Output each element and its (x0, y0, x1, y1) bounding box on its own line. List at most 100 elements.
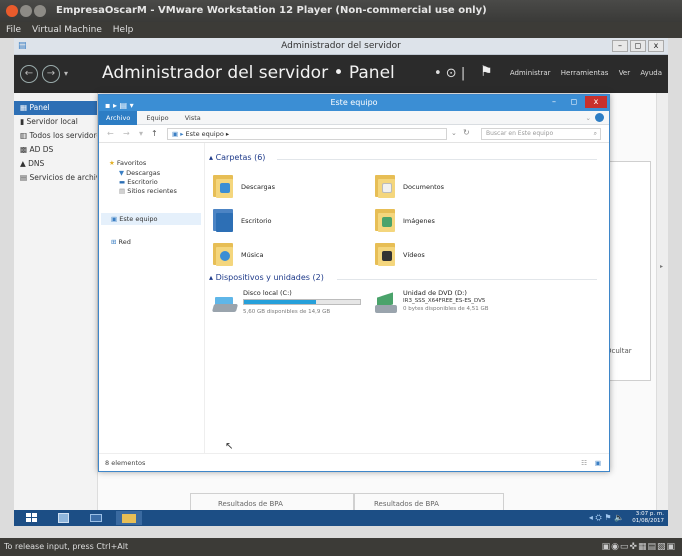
nav-red[interactable]: ⊞ Red (111, 238, 131, 246)
folder-videos[interactable]: Vídeos (375, 241, 525, 269)
downloads-icon: ▼ (119, 169, 124, 177)
menu-file[interactable]: File (6, 25, 21, 35)
expand-ribbon-icon[interactable]: ⌄ (586, 111, 591, 125)
explorer-taskbar-icon[interactable] (116, 511, 142, 525)
nav-todos-servidores[interactable]: ▥ Todos los servidores (14, 129, 97, 143)
devices-group-header[interactable]: ▴ Dispositivos y unidades (2) (209, 273, 324, 282)
downloads-folder-icon (213, 173, 235, 199)
vmware-titlebar: EmpresaOscarM - VMware Workstation 12 Pl… (0, 0, 682, 22)
nav-servidor-local[interactable]: ▮ Servidor local (14, 115, 97, 129)
refresh-icon[interactable]: ↻ (463, 128, 470, 137)
server-manager-scrollbar[interactable]: ▸ (656, 93, 668, 510)
help-icon[interactable] (595, 113, 604, 122)
menu-virtual-machine[interactable]: Virtual Machine (32, 25, 102, 35)
drive-c[interactable]: Disco local (C:) 5,60 GB disponibles de … (211, 289, 373, 323)
tab-equipo[interactable]: Equipo (139, 111, 175, 125)
server-manager-toolbar: Administrar Herramientas Ver Ayuda (502, 69, 662, 77)
explorer-ribbon: Archivo Equipo Vista ⌄ (99, 111, 609, 125)
refresh-icon[interactable]: • ⊙ | (434, 66, 465, 81)
up-icon[interactable]: ↑ (151, 129, 158, 138)
details-view-icon[interactable]: ☷ (581, 454, 587, 472)
system-tray[interactable]: ◂ ⛭ ⚑ 🔈 (589, 513, 624, 523)
network-icon: ⊞ (111, 238, 117, 246)
folder-descargas[interactable]: Descargas (213, 173, 363, 201)
maximize-icon[interactable]: ◻ (565, 96, 583, 108)
folders-group-header[interactable]: ▴ Carpetas (6) (209, 153, 265, 162)
minimize-icon[interactable]: – (545, 96, 563, 108)
drive-c-usage-bar (243, 299, 361, 305)
mouse-cursor-icon: ↖ (225, 441, 234, 452)
dropdown-icon[interactable]: ▾ (64, 69, 68, 78)
folder-escritorio[interactable]: Escritorio (213, 207, 363, 235)
videos-folder-icon (375, 241, 397, 267)
clock[interactable]: 3:07 p. m. 01/08/2017 (632, 511, 664, 525)
search-input[interactable]: Buscar en Este equipo ⌕ (481, 128, 601, 140)
start-icon[interactable] (22, 511, 42, 525)
search-icon: ⌕ (593, 130, 597, 137)
recent-dropdown-icon[interactable]: ▾ (139, 129, 143, 138)
back-icon[interactable]: ← (20, 65, 38, 83)
server-manager-header: ← → ▾ Administrador del servidor • Panel… (14, 55, 668, 93)
tab-vista[interactable]: Vista (178, 111, 208, 125)
maximize-icon[interactable]: ◻ (630, 40, 646, 52)
minimize-icon[interactable]: – (612, 40, 628, 52)
server-manager-taskbar-icon[interactable] (54, 511, 74, 525)
nav-ad-ds[interactable]: ▩ AD DS (14, 143, 97, 157)
bpa-results-2[interactable]: Resultados de BPA (374, 500, 439, 508)
folder-documentos[interactable]: Documentos (375, 173, 525, 201)
explorer-titlebar[interactable]: ▪ ▸ ▤ ▾ Este equipo – ◻ x (99, 95, 609, 111)
close-icon[interactable]: x (648, 40, 664, 52)
folder-musica[interactable]: Música (213, 241, 363, 269)
bpa-results-1[interactable]: Resultados de BPA (218, 500, 283, 508)
hard-drive-icon (211, 295, 239, 313)
address-dropdown-icon[interactable]: ⌄ (451, 129, 457, 137)
menu-ver[interactable]: Ver (619, 69, 630, 77)
tab-archivo[interactable]: Archivo (99, 111, 138, 125)
nav-este-equipo[interactable]: ▣ Este equipo (111, 215, 158, 223)
close-icon[interactable]: x (585, 96, 607, 108)
forward-icon[interactable]: → (123, 129, 130, 138)
address-input[interactable]: ▣ ▸ Este equipo ▸ (167, 128, 447, 140)
nav-favoritos[interactable]: ★ Favoritos (109, 159, 146, 167)
forward-icon[interactable]: → (42, 65, 60, 83)
minimize-icon[interactable] (20, 5, 32, 17)
item-count: 8 elementos (105, 459, 146, 467)
powershell-taskbar-icon[interactable] (86, 511, 106, 525)
recent-places-icon: ▤ (119, 187, 126, 195)
vmware-status-bar: To release input, press Ctrl+Alt ▣◉▭✜▦▤▧… (0, 538, 682, 556)
menu-administrar[interactable]: Administrar (510, 69, 551, 77)
divider (337, 279, 597, 280)
menu-ayuda[interactable]: Ayuda (640, 69, 662, 77)
explorer-status-bar: 8 elementos ☷ ▣ (99, 453, 609, 471)
music-folder-icon (213, 241, 235, 267)
guest-screen: ▤ Administrador del servidor – ◻ x ← → ▾… (14, 38, 668, 526)
divider (277, 159, 597, 160)
computer-icon: ▣ (111, 215, 118, 223)
flag-icon[interactable]: ⚑ (480, 64, 493, 80)
close-icon[interactable] (6, 5, 18, 17)
menu-herramientas[interactable]: Herramientas (561, 69, 609, 77)
drive-c-usage-fill (244, 300, 316, 304)
release-input-hint: To release input, press Ctrl+Alt (4, 542, 129, 551)
explorer-title: Este equipo (330, 98, 378, 107)
server-manager-nav: ▦ Panel ▮ Servidor local ▥ Todos los ser… (14, 93, 98, 510)
back-icon[interactable]: ← (107, 129, 114, 138)
menu-help[interactable]: Help (113, 25, 134, 35)
nav-panel[interactable]: ▦ Panel (14, 101, 97, 115)
device-status-icons[interactable]: ▣◉▭✜▦▤▧▣ (602, 538, 676, 556)
nav-sitios-recientes[interactable]: ▤ Sitios recientes (119, 187, 177, 195)
chevron-right-icon: ▸ (223, 130, 230, 138)
pictures-folder-icon (375, 207, 397, 233)
large-icons-view-icon[interactable]: ▣ (595, 454, 601, 472)
folder-imagenes[interactable]: Imágenes (375, 207, 525, 235)
nav-servicios-archivos[interactable]: ▤ Servicios de archivos (14, 171, 97, 185)
maximize-icon[interactable] (34, 5, 46, 17)
nav-descargas[interactable]: ▼ Descargas (119, 169, 160, 177)
windows-taskbar: ◂ ⛭ ⚑ 🔈 3:07 p. m. 01/08/2017 (14, 510, 668, 526)
explorer-address-bar: ← → ▾ ↑ ▣ ▸ Este equipo ▸ ⌄ ↻ Buscar en … (99, 125, 609, 143)
server-manager-title: Administrador del servidor (281, 41, 401, 51)
dns-icon: ▲ (20, 159, 29, 168)
nav-dns[interactable]: ▲ DNS (14, 157, 97, 171)
drive-d[interactable]: Unidad de DVD (D:) IR3_SSS_X64FREE_ES-ES… (375, 289, 575, 323)
nav-escritorio[interactable]: ▬ Escritorio (119, 178, 158, 186)
